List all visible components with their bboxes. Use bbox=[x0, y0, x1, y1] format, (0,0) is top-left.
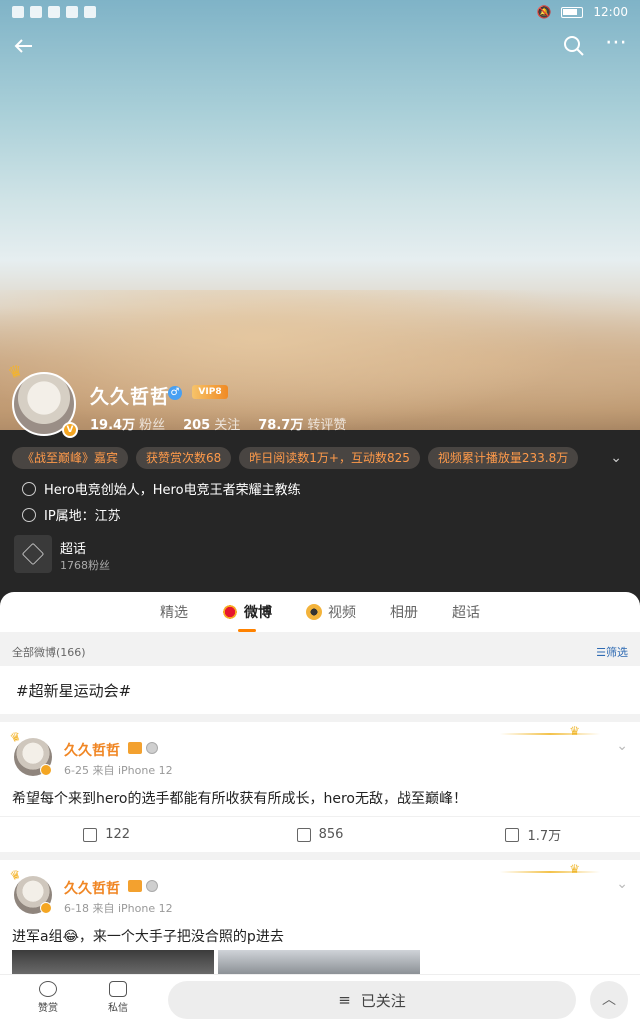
crown-icon: ♛ bbox=[569, 862, 580, 876]
feed-filter-bar: 全部微博(166) ☰筛选 bbox=[0, 638, 640, 664]
reward-button[interactable]: 赞赏 bbox=[28, 981, 68, 1014]
stat-interactions[interactable]: 78.7万 转评赞 bbox=[258, 414, 346, 433]
notification-icon bbox=[84, 6, 96, 18]
profile-tag[interactable]: 获赞赏次数68 bbox=[136, 447, 232, 469]
video-icon bbox=[306, 604, 322, 620]
post-text[interactable]: 进军a组😂，来一个大手子把没合照的p进去 bbox=[12, 926, 284, 946]
crown-badge-icon bbox=[128, 880, 142, 892]
vip-badge[interactable]: VIP8 bbox=[192, 385, 228, 399]
ip-location-text: IP属地：江苏 bbox=[44, 509, 121, 524]
post-menu-chevron-icon[interactable]: ⌄ bbox=[616, 738, 628, 754]
profile-name: 久久哲哲 bbox=[90, 386, 171, 408]
ip-icon bbox=[22, 507, 36, 522]
post-author[interactable]: 久久哲哲 bbox=[64, 878, 120, 898]
battery-icon bbox=[561, 6, 584, 18]
tab-album[interactable]: 相册 bbox=[390, 602, 418, 622]
status-time: 12:00 bbox=[593, 5, 628, 19]
post-actions: 122 856 1.7万 bbox=[0, 816, 640, 852]
tab-weibo[interactable]: 微博 bbox=[222, 602, 272, 622]
yuan-icon bbox=[39, 981, 57, 997]
bio-text: Hero电竞创始人，Hero电竞王者荣耀主教练 bbox=[44, 483, 301, 498]
repost-icon bbox=[83, 827, 98, 842]
comment-icon bbox=[296, 827, 311, 842]
tab-featured[interactable]: 精选 bbox=[160, 602, 188, 622]
notification-icon bbox=[66, 6, 78, 18]
profile-tabs: 精选 微博 视频 相册 超话 bbox=[0, 592, 640, 632]
post-meta: 6-18 来自 iPhone 12 bbox=[64, 902, 173, 915]
wifi-icon bbox=[12, 6, 24, 18]
search-icon bbox=[564, 36, 584, 56]
stat-following[interactable]: 205 关注 bbox=[183, 414, 240, 433]
profile-tag[interactable]: 视频累计播放量233.8万 bbox=[427, 447, 579, 469]
following-button[interactable]: ≡ 已关注 bbox=[168, 981, 576, 1019]
post-menu-chevron-icon[interactable]: ⌄ bbox=[616, 876, 628, 892]
post-image[interactable] bbox=[12, 950, 214, 974]
tab-super-topic[interactable]: 超话 bbox=[452, 602, 480, 622]
thumbs-up-icon bbox=[505, 827, 520, 842]
status-icons-left bbox=[12, 6, 96, 18]
crown-icon: ♛ bbox=[569, 724, 580, 738]
more-button[interactable]: ⋯ bbox=[602, 32, 630, 60]
profile-stats: 19.4万 粉丝 205 关注 78.7万 转评赞 bbox=[90, 414, 346, 433]
stat-followers[interactable]: 19.4万 粉丝 bbox=[90, 414, 165, 433]
profile-tag[interactable]: 《战至巅峰》嘉宾 bbox=[12, 447, 129, 469]
post-author[interactable]: 久久哲哲 bbox=[64, 740, 120, 760]
repost-button[interactable]: 122 bbox=[0, 817, 213, 852]
notification-icon bbox=[30, 6, 42, 18]
more-dots-icon: ⋯ bbox=[605, 30, 627, 55]
profile-tag[interactable]: 昨日阅读数1万+，互动数825 bbox=[239, 447, 420, 469]
mute-icon: 🔕 bbox=[536, 5, 552, 19]
profile-avatar[interactable]: ♛ V bbox=[5, 360, 80, 440]
chevron-up-icon: ︿ bbox=[602, 992, 616, 1008]
post-decoration bbox=[500, 871, 600, 873]
medal-icon bbox=[146, 880, 158, 892]
notification-icon bbox=[48, 6, 60, 18]
weibo-icon bbox=[222, 604, 238, 620]
post-card: ♛ 久久哲哲 6-18 来自 iPhone 12 ♛ ⌄ 进军a组😂，来一个大手… bbox=[0, 860, 640, 974]
post-card: ♛ 久久哲哲 6-25 来自 iPhone 12 ♛ ⌄ 希望每个来到hero的… bbox=[0, 722, 640, 852]
male-icon: ♂ bbox=[168, 386, 182, 400]
profile-cover-image bbox=[0, 0, 640, 620]
profile-bio: Hero电竞创始人，Hero电竞王者荣耀主教练 bbox=[22, 479, 301, 498]
super-topic-title: 超话 bbox=[60, 542, 87, 557]
super-topic-entry[interactable]: 超话 1768粉丝 bbox=[14, 535, 314, 575]
comment-button[interactable]: 856 bbox=[213, 817, 426, 852]
post-decoration bbox=[500, 733, 600, 735]
super-topic-subtitle: 1768粉丝 bbox=[60, 559, 110, 572]
like-button[interactable]: 1.7万 bbox=[427, 817, 640, 852]
back-arrow-icon bbox=[14, 39, 32, 53]
profile-tags: 《战至巅峰》嘉宾 获赞赏次数68 昨日阅读数1万+，互动数825 视频累计播放量… bbox=[12, 447, 579, 469]
filter-icon: ☰ bbox=[596, 646, 606, 659]
post-images bbox=[12, 950, 420, 974]
scroll-top-button[interactable]: ︿ bbox=[590, 981, 628, 1019]
diamond-icon bbox=[14, 535, 52, 573]
tab-video[interactable]: 视频 bbox=[306, 602, 356, 622]
shield-icon bbox=[22, 481, 36, 496]
chat-icon bbox=[109, 981, 127, 997]
status-icons-right: 🔕 12:00 bbox=[536, 5, 628, 19]
pinned-hashtag[interactable]: #超新星运动会# bbox=[0, 666, 640, 714]
expand-chevron-icon[interactable]: ⌄ bbox=[610, 450, 622, 466]
menu-lines-icon: ≡ bbox=[338, 991, 351, 1009]
top-navigation: ⋯ bbox=[0, 30, 640, 64]
search-button[interactable] bbox=[560, 32, 588, 60]
filter-button[interactable]: ☰筛选 bbox=[596, 644, 628, 660]
verified-badge-icon bbox=[40, 902, 52, 914]
profile-ip-location: IP属地：江苏 bbox=[22, 505, 121, 524]
back-button[interactable] bbox=[10, 32, 38, 60]
status-bar: 🔕 12:00 bbox=[0, 0, 640, 24]
post-image[interactable] bbox=[218, 950, 420, 974]
bottom-action-bar: 赞赏 私信 ≡ 已关注 ︿ bbox=[0, 974, 640, 1024]
post-text[interactable]: 希望每个来到hero的选手都能有所收获有所成长，hero无敌，战至巅峰！ bbox=[12, 788, 467, 808]
verified-badge-icon bbox=[40, 764, 52, 776]
crown-badge-icon bbox=[128, 742, 142, 754]
all-posts-count[interactable]: 全部微博(166) bbox=[12, 644, 86, 660]
post-meta: 6-25 来自 iPhone 12 bbox=[64, 764, 173, 777]
verified-badge-icon: V bbox=[62, 422, 78, 438]
medal-icon bbox=[146, 742, 158, 754]
message-button[interactable]: 私信 bbox=[98, 981, 138, 1014]
